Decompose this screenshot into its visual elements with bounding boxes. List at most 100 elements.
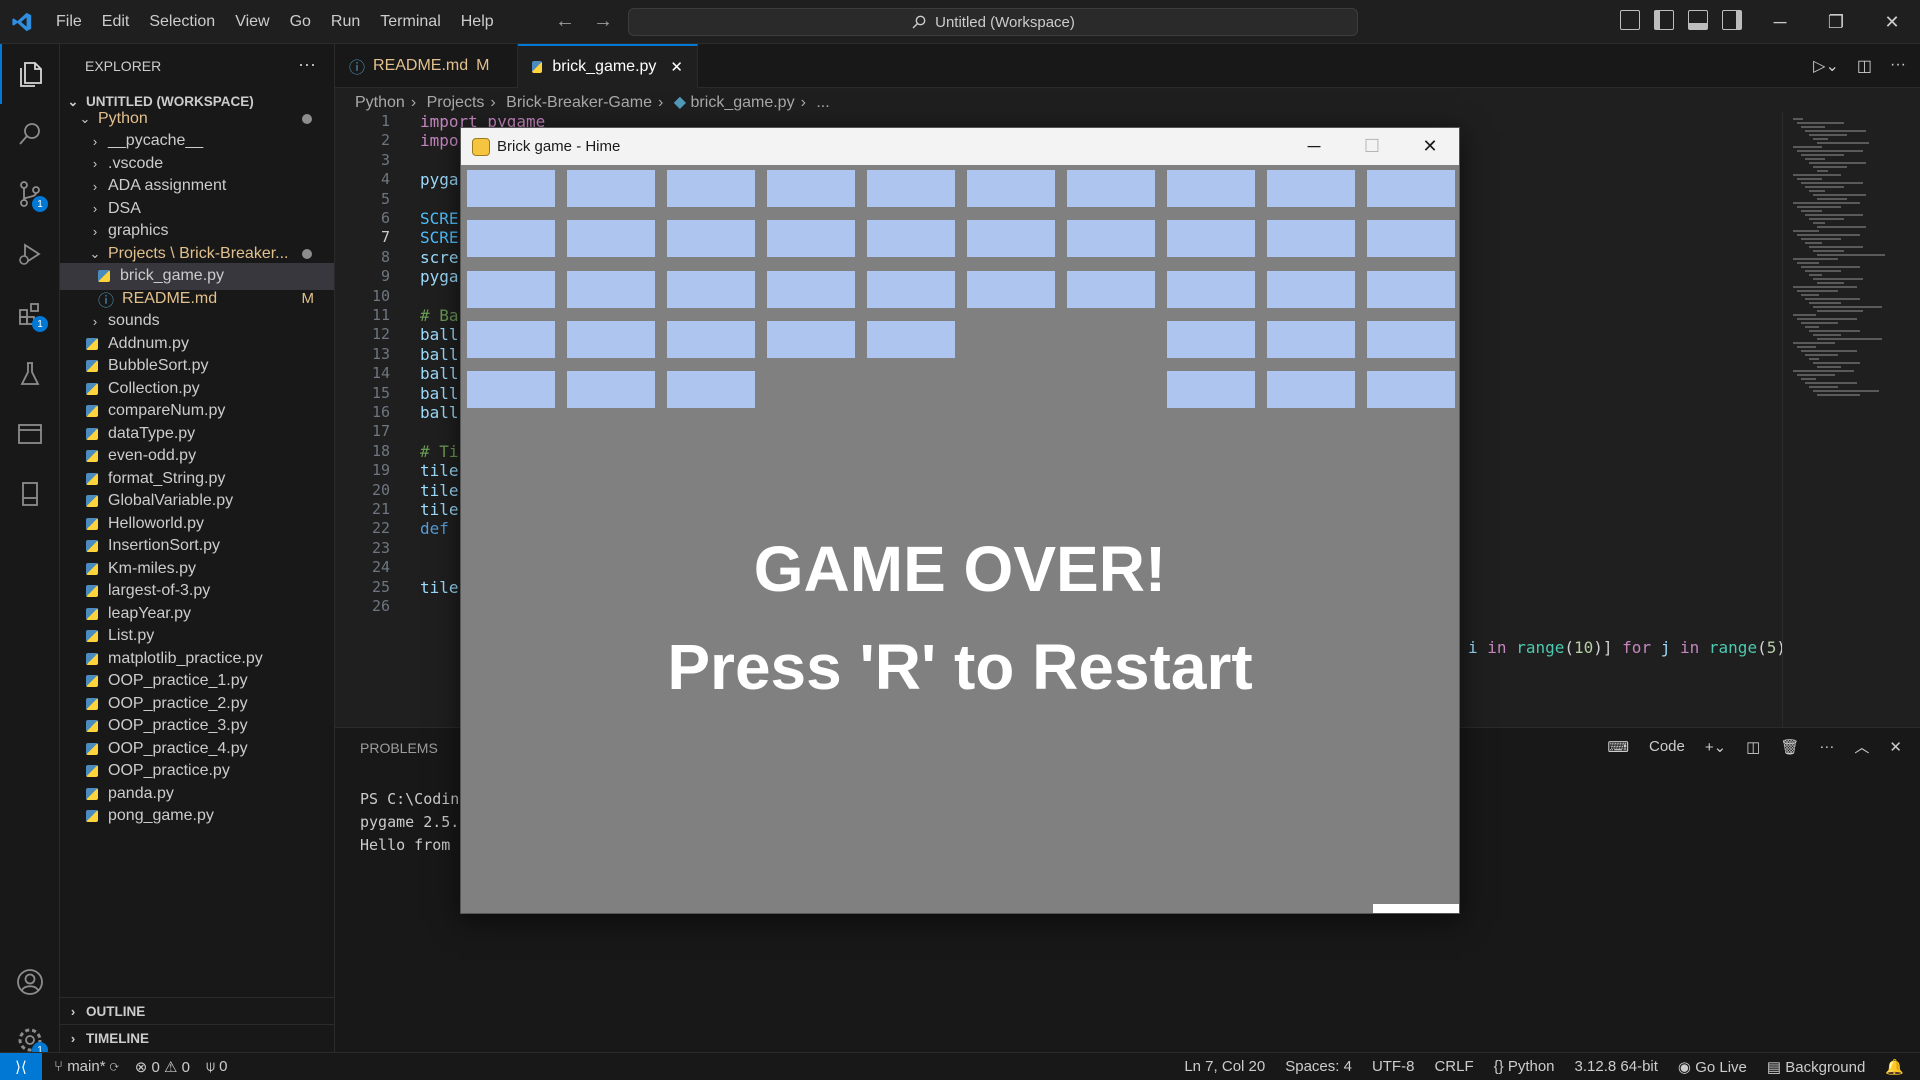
minimap-line	[1793, 230, 1819, 232]
tab-close-icon[interactable]: ✕	[670, 58, 683, 76]
problems-status[interactable]: ⊗ 0 ⚠ 0	[135, 1058, 190, 1076]
brick	[767, 170, 855, 207]
brick	[1367, 320, 1455, 358]
tab-brick-game[interactable]: brick_game.py ✕	[518, 44, 698, 88]
menu-item-view[interactable]: View	[225, 13, 279, 31]
python-interpreter[interactable]: 3.12.8 64-bit	[1575, 1058, 1658, 1075]
breadcrumb-item[interactable]: ...	[816, 94, 829, 111]
customize-layout-icon[interactable]	[1620, 10, 1640, 30]
close-window-icon[interactable]: ✕	[1864, 0, 1920, 44]
tree-item-label: compareNum.py	[108, 402, 226, 419]
line-number: 1	[380, 112, 390, 130]
new-terminal-icon[interactable]: +⌄	[1705, 738, 1726, 756]
brick	[867, 270, 955, 308]
back-arrow-icon[interactable]: ←	[555, 10, 575, 33]
background-status[interactable]: ▤ Background	[1767, 1058, 1865, 1076]
remote-explorer-icon[interactable]	[0, 404, 60, 464]
more-actions-icon[interactable]: ···	[1819, 738, 1834, 755]
breadcrumb-item[interactable]: brick_game.py	[691, 94, 795, 111]
bookmarks-icon[interactable]	[0, 464, 60, 524]
tab-readme[interactable]: ⓘ README.md M	[335, 44, 518, 88]
more-actions-icon[interactable]: ···	[298, 54, 316, 75]
maximize-panel-icon[interactable]: ︿	[1854, 736, 1869, 757]
tree-item-label: OOP_practice_4.py	[108, 739, 248, 757]
tab-problems[interactable]: PROBLEMS	[360, 740, 438, 756]
restore-icon[interactable]: ❐	[1808, 0, 1864, 44]
explorer-icon[interactable]	[0, 44, 60, 104]
chevron-right-icon: ›	[92, 178, 98, 194]
command-center[interactable]: Untitled (Workspace)	[628, 8, 1358, 36]
code-token: tile	[420, 500, 459, 519]
run-python-icon[interactable]: ▷⌄	[1813, 56, 1839, 76]
search-icon	[912, 15, 926, 29]
tree-file[interactable]: pong_game.py	[60, 803, 334, 830]
source-control-icon[interactable]: 1	[0, 164, 60, 224]
breadcrumb-item[interactable]: Python	[355, 94, 405, 111]
language-mode[interactable]: {} Python	[1494, 1058, 1555, 1075]
editor-tabs: ⓘ README.md M brick_game.py ✕ ▷⌄ ◫ ···	[335, 44, 1920, 88]
menu-item-help[interactable]: Help	[451, 13, 504, 31]
chevron-down-icon: ⌄	[79, 110, 91, 126]
testing-icon[interactable]	[0, 344, 60, 404]
minimap-line	[1809, 134, 1847, 136]
timeline-section[interactable]: › TIMELINE	[60, 1024, 334, 1051]
breadcrumb-item[interactable]: Brick-Breaker-Game	[506, 94, 652, 111]
game-board[interactable]: GAME OVER! Press 'R' to Restart	[461, 165, 1459, 913]
menu-item-file[interactable]: File	[46, 13, 92, 31]
terminal-name[interactable]: Code	[1649, 738, 1685, 755]
brick	[467, 371, 555, 409]
brick	[567, 220, 655, 258]
forward-arrow-icon[interactable]: →	[593, 10, 613, 33]
brick	[467, 170, 555, 207]
encoding[interactable]: UTF-8	[1372, 1058, 1415, 1075]
close-panel-icon[interactable]: ✕	[1889, 738, 1902, 756]
notifications-bell-icon[interactable]: 🔔	[1885, 1058, 1904, 1076]
menu-item-edit[interactable]: Edit	[92, 13, 140, 31]
toggle-primary-sidebar-icon[interactable]	[1654, 10, 1674, 30]
menu-item-terminal[interactable]: Terminal	[370, 13, 450, 31]
minimap-line	[1809, 358, 1819, 360]
outline-section[interactable]: › OUTLINE	[60, 997, 334, 1024]
split-terminal-icon[interactable]: ◫	[1746, 738, 1760, 756]
kill-terminal-icon[interactable]: 🗑	[1780, 738, 1799, 756]
end-of-line[interactable]: CRLF	[1434, 1058, 1473, 1075]
game-title-bar[interactable]: Brick game - Hime ─ ☐ ✕	[461, 128, 1459, 165]
extensions-icon[interactable]: 1	[0, 284, 60, 344]
toggle-panel-icon[interactable]	[1688, 10, 1708, 30]
scrollbar[interactable]	[1902, 112, 1918, 727]
python-file-icon	[86, 742, 98, 755]
code-line: # Ti	[420, 442, 459, 461]
more-actions-icon[interactable]: ···	[1890, 56, 1906, 76]
menu-item-go[interactable]: Go	[280, 13, 321, 31]
search-icon[interactable]	[0, 104, 60, 164]
pygame-window[interactable]: Brick game - Hime ─ ☐ ✕ GAME OVER! Press…	[460, 127, 1460, 914]
ports-status[interactable]: ⍦ 0	[206, 1058, 228, 1075]
menu-item-run[interactable]: Run	[321, 13, 370, 31]
run-debug-icon[interactable]	[0, 224, 60, 284]
brick	[567, 170, 655, 207]
go-live[interactable]: ◉ Go Live	[1678, 1058, 1747, 1076]
minimap-line	[1793, 314, 1816, 316]
minimap-line	[1805, 186, 1844, 188]
minimize-icon[interactable]: ─	[1752, 0, 1808, 44]
branch-status[interactable]: ⑂ main* ⟳	[54, 1058, 119, 1075]
cursor-position[interactable]: Ln 7, Col 20	[1184, 1058, 1265, 1075]
paddle	[1373, 904, 1459, 913]
breadcrumb-item[interactable]: Projects	[427, 94, 485, 111]
menu-item-selection[interactable]: Selection	[139, 13, 225, 31]
brick	[967, 170, 1055, 207]
minimize-icon[interactable]: ─	[1285, 128, 1343, 165]
tree-item-label: Python	[98, 109, 148, 127]
brick	[867, 170, 955, 207]
remote-indicator-icon[interactable]: ⟩⟨	[0, 1052, 42, 1080]
tree-item-label: even-odd.py	[108, 447, 197, 464]
accounts-icon[interactable]	[0, 952, 60, 1012]
split-editor-icon[interactable]: ◫	[1857, 56, 1872, 76]
close-icon[interactable]: ✕	[1401, 128, 1459, 165]
minimap[interactable]	[1782, 112, 1902, 727]
indentation[interactable]: Spaces: 4	[1285, 1058, 1352, 1075]
minimap-line	[1805, 354, 1838, 356]
maximize-icon: ☐	[1363, 136, 1381, 156]
source-control-badge: 1	[32, 196, 48, 212]
toggle-secondary-sidebar-icon[interactable]	[1722, 10, 1742, 30]
